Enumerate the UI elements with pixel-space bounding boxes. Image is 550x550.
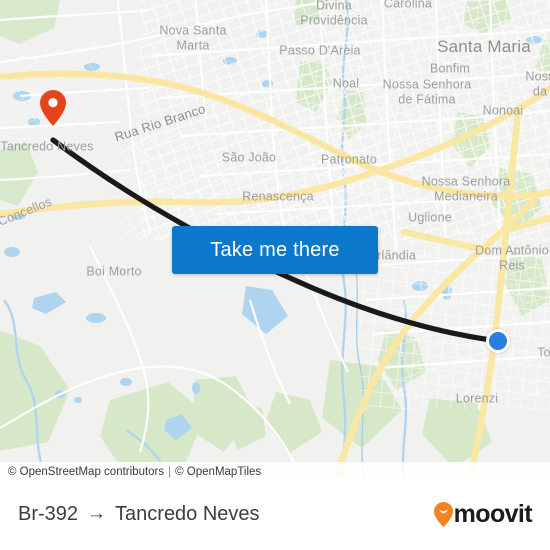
moovit-route-map-card: Nova Santa Marta Divina Providência Carolina…: [0, 0, 550, 550]
attribution-separator: |: [168, 466, 172, 478]
map-canvas[interactable]: Nova Santa Marta Divina Providência Carolina…: [0, 0, 550, 478]
moovit-pin-icon: [433, 501, 453, 527]
route-summary: Br-392 → Tancredo Neves: [18, 503, 260, 526]
card-footer: Br-392 → Tancredo Neves moovit: [0, 478, 550, 550]
route-destination-label: Tancredo Neves: [115, 502, 260, 525]
moovit-wordmark: moovit: [453, 499, 533, 528]
destination-map-dot[interactable]: [486, 329, 510, 353]
map-attribution: © OpenStreetMap contributors | © OpenMap…: [0, 462, 550, 478]
origin-map-pin-icon[interactable]: [40, 90, 66, 126]
moovit-logo[interactable]: moovit: [433, 499, 533, 528]
arrow-right-icon: →: [87, 503, 107, 524]
take-me-there-button[interactable]: Take me there: [172, 226, 378, 274]
route-origin-label: Br-392: [18, 502, 79, 525]
attribution-openmaptiles[interactable]: © OpenMapTiles: [175, 466, 261, 478]
attribution-osm[interactable]: © OpenStreetMap contributors: [8, 466, 164, 478]
